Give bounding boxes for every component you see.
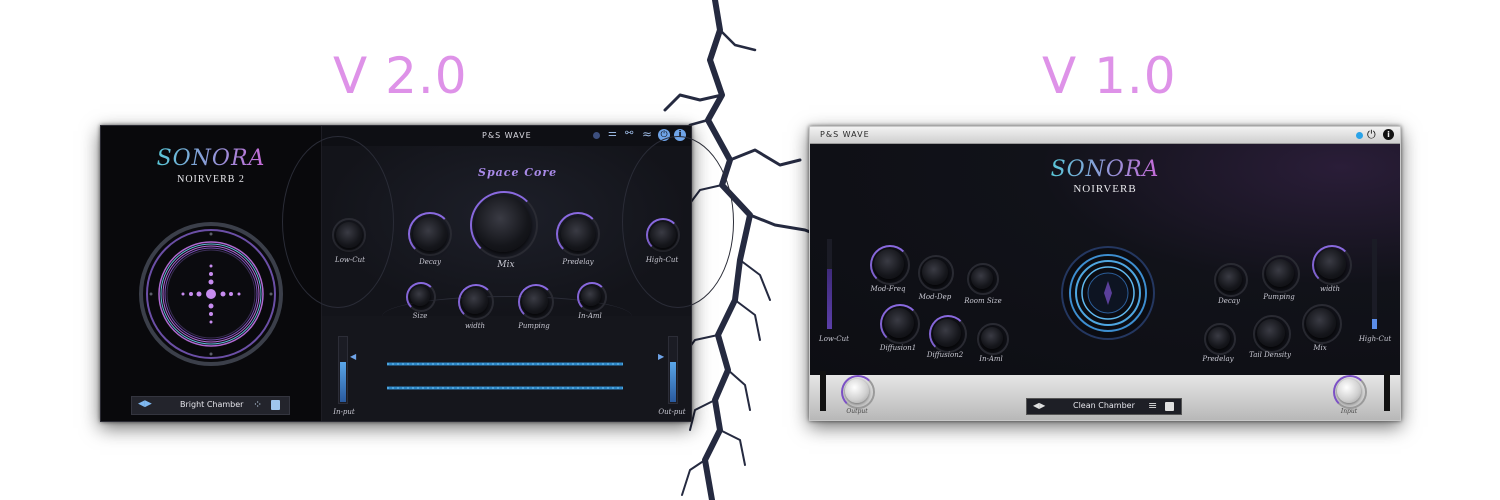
v1-preset-bar: ◀▶ Clean Chamber ≡ [1026,398,1182,415]
v2-output-meter [668,336,678,404]
dot-icon[interactable] [593,132,600,139]
v2-decay-label: Decay [419,258,441,266]
v1-mod-dep-label: Mod-Dep [918,293,952,301]
tilde-icon[interactable]: ≈ [642,127,652,141]
v1-mix-label: Mix [1313,344,1327,352]
v1-mix-knob[interactable] [1306,308,1336,338]
v1-tail-density-label: Tail Density [1249,351,1291,359]
v1-decay-label: Decay [1218,297,1240,305]
v1-tail-density-knob[interactable] [1257,319,1285,347]
power-icon[interactable]: ⏻ [1367,128,1376,142]
v1-brand: P&S WAVE [820,130,870,139]
v1-diffusion1-knob[interactable] [884,308,914,338]
v2-output-label: Out-put [658,408,686,416]
v1-logo: SONORA [1050,157,1160,182]
v1-output-knob[interactable] [845,379,869,403]
v1-low-cut-label: Low-Cut [819,335,849,343]
v2-brand: P&S WAVE [482,131,532,140]
v1-in-aml-knob[interactable] [981,327,1003,349]
v1-high-cut-label: High-Cut [1358,335,1392,343]
v2-in-aml-knob[interactable] [581,286,601,306]
v1-diffusion1-label: Diffusion1 [879,344,917,352]
v1-width-label: width [1319,285,1341,293]
v2-width-label: width [464,322,486,330]
v1-diffusion2-label: Diffusion2 [926,351,964,359]
v2-in-aml-label: In-Aml [578,312,602,320]
v1-predelay-label: Predelay [1202,355,1234,363]
v1-decay-knob[interactable] [1218,267,1242,291]
v2-right-panel: P&S WAVE ⚌ ⚯ ≈ ⏻ i Space Core Low-Cut De… [282,126,734,421]
v2-preset-bar: ◀▶ Bright Chamber ⁘ [131,396,290,415]
v2-predelay-knob[interactable] [561,217,595,251]
v1-width-knob[interactable] [1316,249,1346,279]
v2-pumping-knob[interactable] [522,288,548,314]
v2-high-cut-knob[interactable] [650,222,676,248]
version-label-v1: V 1.0 [1042,47,1177,105]
v2-left-panel: SONORA NOIRVERB 2 ◀▶ Bright Chamber ⁘ [101,126,322,421]
v2-predelay-label: Predelay [562,258,594,266]
preset-prev-next-icon[interactable]: ◀▶ [1033,401,1045,410]
v1-diffusion2-knob[interactable] [933,319,961,347]
v1-pumping-label: Pumping [1263,293,1295,301]
v1-predelay-knob[interactable] [1208,327,1230,349]
v2-reverb-visualizer [139,222,283,366]
v2-low-cut-label: Low-Cut [335,256,365,264]
v1-mod-freq-label: Mod-Freq [870,285,906,293]
v2-pumping-label: Pumping [518,322,550,330]
v2-width-knob[interactable] [462,288,488,314]
v1-header: P&S WAVE ⏻ i [810,127,1400,144]
v1-product-name: NOIRVERB [1073,183,1137,195]
v1-reverb-visualizer [1061,246,1155,340]
preset-grid-icon[interactable]: ⁘ [253,398,262,411]
v2-decay-knob[interactable] [413,217,447,251]
sliders-icon[interactable]: ⚌ [608,128,617,139]
v1-room-size-label: Room Size [964,297,1002,305]
v1-input-knob[interactable] [1337,379,1361,403]
v1-input-label: Input [1340,408,1358,415]
v1-room-size-knob[interactable] [971,267,993,289]
v2-high-cut-label: High-Cut [645,256,679,264]
space-core-title: Space Core [478,166,558,179]
output-arrow-icon[interactable]: ▶ [658,352,664,361]
noirverb-window: P&S WAVE ⏻ i SONORA NOIRVERB Low-Cut Hig… [809,126,1401,421]
preset-save-icon[interactable] [1165,402,1174,411]
v1-mod-freq-knob[interactable] [874,249,904,279]
v2-size-label: Size [412,312,428,320]
preset-menu-icon[interactable]: ≡ [1148,399,1157,412]
info-icon[interactable]: i [1383,129,1394,140]
noirverb2-window: SONORA NOIRVERB 2 ◀▶ Bright Chamber ⁘ P&… [100,125,734,422]
v2-waveform-display [387,362,623,390]
v2-size-knob[interactable] [410,286,430,306]
v1-right-meter [1384,371,1390,411]
v2-preset-name[interactable]: Bright Chamber [180,400,243,409]
v2-input-meter [338,336,348,404]
v1-pumping-knob[interactable] [1266,259,1294,287]
v2-mix-label: Mix [497,260,515,270]
v1-mod-dep-knob[interactable] [922,259,948,285]
v1-high-cut-meter [1372,239,1377,329]
preset-save-icon[interactable] [271,400,280,410]
v2-input-label: In-put [333,408,355,416]
input-arrow-icon[interactable]: ◀ [350,352,356,361]
v1-footer: Output Input ◀▶ Clean Chamber ≡ [810,371,1400,420]
v2-low-cut-knob[interactable] [336,222,362,248]
routing-icon[interactable]: ⚯ [625,128,633,139]
v2-header: P&S WAVE ⚌ ⚯ ≈ ⏻ i [322,126,691,146]
status-dot-icon [1356,132,1363,139]
v1-low-cut-meter [827,239,832,329]
preset-prev-next-icon[interactable]: ◀▶ [138,399,152,409]
v1-preset-name[interactable]: Clean Chamber [1073,401,1135,410]
version-label-v2: V 2.0 [333,47,468,105]
v2-mix-knob[interactable] [475,196,531,252]
v1-left-meter [820,371,826,411]
v1-in-aml-label: In-Aml [979,355,1003,363]
v1-output-label: Output [846,408,868,415]
v2-logo: SONORA [156,146,266,171]
